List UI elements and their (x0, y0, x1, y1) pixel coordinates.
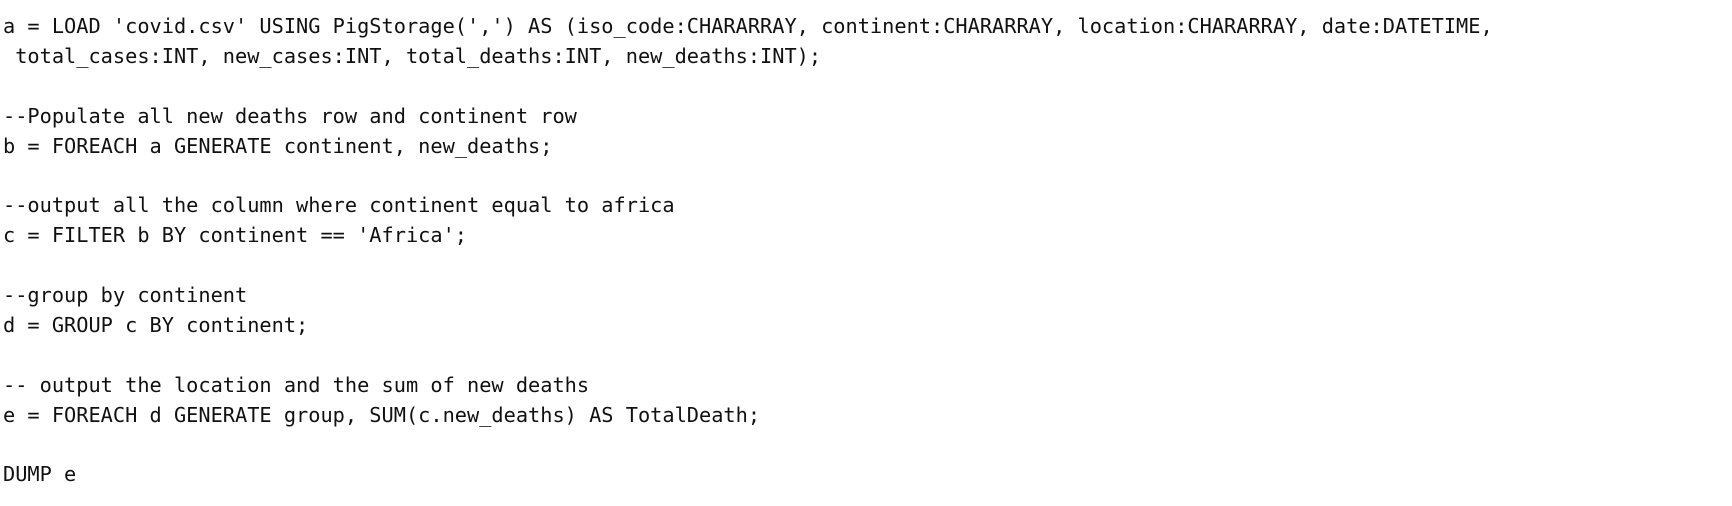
code-line-load-continued[interactable]: total_cases:INT, new_cases:INT, total_de… (3, 42, 1728, 72)
comment-line-group[interactable]: --group by continent (3, 281, 1728, 311)
blank-line[interactable] (3, 72, 1728, 102)
blank-line[interactable] (3, 251, 1728, 281)
comment-line-filter[interactable]: --output all the column where continent … (3, 191, 1728, 221)
code-line-load[interactable]: a = LOAD 'covid.csv' USING PigStorage(',… (3, 12, 1728, 42)
code-line-filter-c[interactable]: c = FILTER b BY continent == 'Africa'; (3, 221, 1728, 251)
blank-line[interactable] (3, 341, 1728, 371)
code-editor[interactable]: a = LOAD 'covid.csv' USING PigStorage(',… (3, 12, 1728, 502)
code-line-foreach-e[interactable]: e = FOREACH d GENERATE group, SUM(c.new_… (3, 401, 1728, 431)
code-line-dump[interactable]: DUMP e (3, 460, 1728, 490)
code-line-foreach-b[interactable]: b = FOREACH a GENERATE continent, new_de… (3, 132, 1728, 162)
comment-line-output[interactable]: -- output the location and the sum of ne… (3, 371, 1728, 401)
blank-line[interactable] (3, 161, 1728, 191)
code-line-group-d[interactable]: d = GROUP c BY continent; (3, 311, 1728, 341)
comment-line-populate[interactable]: --Populate all new deaths row and contin… (3, 102, 1728, 132)
blank-line[interactable] (3, 430, 1728, 460)
